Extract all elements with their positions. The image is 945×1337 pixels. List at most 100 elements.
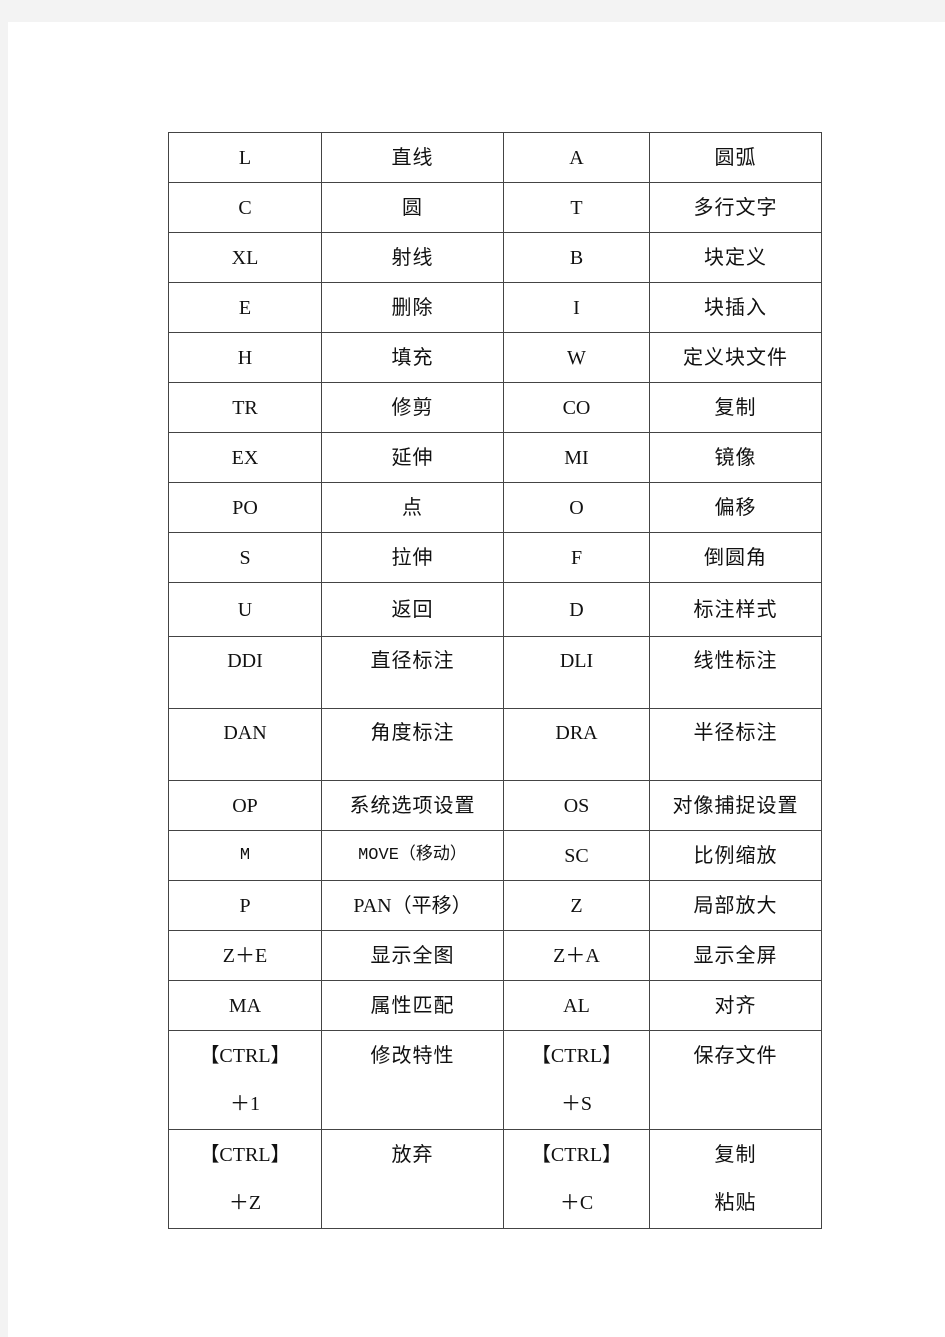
command-line-2: ＋S — [560, 1093, 593, 1115]
command-line-1: 【CTRL】 — [199, 1045, 291, 1067]
command-cell: C — [168, 182, 322, 233]
table-row: EX 延伸 MI 镜像 — [168, 432, 822, 483]
command-cell: H — [168, 332, 322, 383]
description-cell: 射线 — [321, 232, 504, 283]
description-cell: 属性匹配 — [321, 980, 504, 1031]
description-cell: 偏移 — [649, 482, 822, 533]
command-cell: 【CTRL】 ＋Z — [168, 1129, 322, 1229]
description-cell: 局部放大 — [649, 880, 822, 931]
command-cell: E — [168, 282, 322, 333]
table-row: E 删除 I 块插入 — [168, 282, 822, 333]
command-line-2: ＋Z — [228, 1192, 262, 1214]
table-row: DDI 直径标注 DLI 线性标注 — [168, 636, 822, 709]
table-row: 【CTRL】 ＋Z 放弃 【CTRL】 ＋C 复制 粘贴 — [168, 1129, 822, 1229]
command-cell: U — [168, 582, 322, 637]
description-cell: 圆 — [321, 182, 504, 233]
command-cell: DDI — [168, 636, 322, 709]
command-line-1: 【CTRL】 — [199, 1144, 291, 1166]
table-row: Z＋E 显示全图 Z＋A 显示全屏 — [168, 930, 822, 981]
description-cell: 系统选项设置 — [321, 780, 504, 831]
table-row: MA 属性匹配 AL 对齐 — [168, 980, 822, 1031]
description-line-1: 复制 — [714, 1144, 757, 1166]
command-cell: S — [168, 532, 322, 583]
description-cell: 点 — [321, 482, 504, 533]
document-page: L 直线 A 圆弧 C 圆 T 多行文字 XL 射线 B 块定义 E 删除 I — [8, 22, 945, 1337]
command-cell: MI — [503, 432, 650, 483]
command-cell: MA — [168, 980, 322, 1031]
command-cell: DAN — [168, 708, 322, 781]
command-cell: DLI — [503, 636, 650, 709]
command-cell: D — [503, 582, 650, 637]
command-cell: TR — [168, 382, 322, 433]
command-cell: F — [503, 532, 650, 583]
command-cell: 【CTRL】 ＋C — [503, 1129, 650, 1229]
command-cell: I — [503, 282, 650, 333]
table-row: H 填充 W 定义块文件 — [168, 332, 822, 383]
command-cell: 【CTRL】 ＋S — [503, 1030, 650, 1130]
description-cell: 块插入 — [649, 282, 822, 333]
table-row: 【CTRL】 ＋1 修改特性 【CTRL】 ＋S 保存文件 — [168, 1030, 822, 1130]
command-cell: OP — [168, 780, 322, 831]
command-line-1: 【CTRL】 — [530, 1144, 623, 1166]
table-row: C 圆 T 多行文字 — [168, 182, 822, 233]
description-cell: 对像捕捉设置 — [649, 780, 822, 831]
command-cell: CO — [503, 382, 650, 433]
table-row: XL 射线 B 块定义 — [168, 232, 822, 283]
description-cell: 显示全屏 — [649, 930, 822, 981]
description-cell: 比例缩放 — [649, 830, 822, 881]
command-cell: Z＋A — [503, 930, 650, 981]
description-cell: 拉伸 — [321, 532, 504, 583]
command-cell: L — [168, 132, 322, 183]
command-cell: 【CTRL】 ＋1 — [168, 1030, 322, 1130]
description-cell: 多行文字 — [649, 182, 822, 233]
description-cell: 删除 — [321, 282, 504, 333]
table-row: DAN 角度标注 DRA 半径标注 — [168, 708, 822, 781]
table-row: TR 修剪 CO 复制 — [168, 382, 822, 433]
command-cell: PO — [168, 482, 322, 533]
description-cell: 标注样式 — [649, 582, 822, 637]
description-cell: 修改特性 — [321, 1030, 504, 1130]
description-cell: 倒圆角 — [649, 532, 822, 583]
description-cell: 直径标注 — [321, 636, 504, 709]
description-cell: 延伸 — [321, 432, 504, 483]
description-cell: MOVE（移动） — [321, 830, 504, 881]
command-cell: M — [168, 830, 322, 881]
table-row: U 返回 D 标注样式 — [168, 582, 822, 637]
description-line-2: 粘贴 — [714, 1192, 757, 1214]
description-cell: 角度标注 — [321, 708, 504, 781]
description-cell: 复制 粘贴 — [649, 1129, 822, 1229]
description-cell: 填充 — [321, 332, 504, 383]
table-row: OP 系统选项设置 OS 对像捕捉设置 — [168, 780, 822, 831]
description-cell: 线性标注 — [649, 636, 822, 709]
description-cell: PAN（平移） — [321, 880, 504, 931]
cad-shortcut-table: L 直线 A 圆弧 C 圆 T 多行文字 XL 射线 B 块定义 E 删除 I — [168, 132, 822, 1229]
command-cell: T — [503, 182, 650, 233]
command-cell: DRA — [503, 708, 650, 781]
description-cell: 显示全图 — [321, 930, 504, 981]
command-cell: AL — [503, 980, 650, 1031]
description-cell: 镜像 — [649, 432, 822, 483]
table-row: L 直线 A 圆弧 — [168, 132, 822, 183]
description-cell: 半径标注 — [649, 708, 822, 781]
description-cell: 修剪 — [321, 382, 504, 433]
command-cell: Z — [503, 880, 650, 931]
command-cell: B — [503, 232, 650, 283]
description-cell: 保存文件 — [649, 1030, 822, 1130]
command-line-2: ＋C — [559, 1192, 594, 1214]
description-cell: 圆弧 — [649, 132, 822, 183]
command-cell: P — [168, 880, 322, 931]
command-cell: XL — [168, 232, 322, 283]
table-row: P PAN（平移） Z 局部放大 — [168, 880, 822, 931]
command-cell: O — [503, 482, 650, 533]
table-row: PO 点 O 偏移 — [168, 482, 822, 533]
command-cell: W — [503, 332, 650, 383]
command-cell: Z＋E — [168, 930, 322, 981]
command-line-1: 【CTRL】 — [530, 1045, 623, 1067]
command-cell: OS — [503, 780, 650, 831]
description-cell: 返回 — [321, 582, 504, 637]
description-cell: 放弃 — [321, 1129, 504, 1229]
table-row: S 拉伸 F 倒圆角 — [168, 532, 822, 583]
description-cell: 复制 — [649, 382, 822, 433]
description-cell: 直线 — [321, 132, 504, 183]
command-line-2: ＋1 — [230, 1093, 260, 1115]
